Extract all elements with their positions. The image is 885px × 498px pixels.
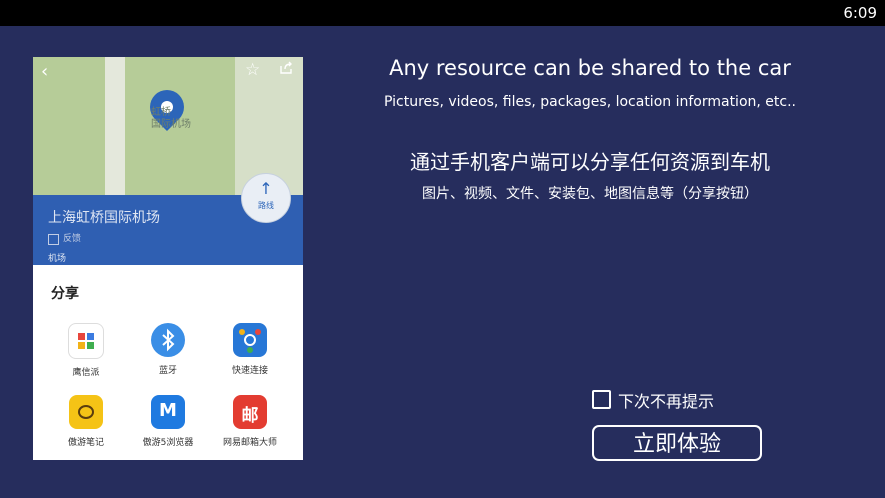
dont-show-again-checkbox[interactable] — [592, 390, 611, 409]
place-category: 机场 — [48, 254, 67, 264]
share-sheet: 分享 鹰信派 蓝牙 快速连接 傲游笔记 M 傲游5浏览器 邮 网易邮箱大师 — [33, 265, 303, 460]
place-name: 上海虹桥国际机场 — [48, 210, 160, 226]
share-sheet-title: 分享 — [51, 286, 79, 302]
try-now-button[interactable]: 立即体验 — [592, 425, 762, 461]
dont-show-again-label[interactable]: 下次不再提示 — [618, 388, 714, 412]
maxthon-browser-icon: M — [151, 395, 185, 429]
netease-mail-icon: 邮 — [233, 395, 267, 429]
map-place-label: 虹桥 国际机场 — [151, 107, 191, 130]
share-app-label: 快速连接 — [231, 366, 268, 376]
back-icon[interactable]: ‹ — [41, 61, 48, 82]
status-bar: 6:09 — [0, 0, 885, 26]
star-icon[interactable]: ☆ — [245, 60, 260, 80]
quick-connect-icon — [233, 323, 267, 357]
route-arrow-icon: ↑ — [259, 179, 273, 198]
edit-icon[interactable] — [48, 234, 59, 245]
chinese-title: 通过手机客户端可以分享任何资源到车机 — [410, 150, 770, 174]
share-app-label: 傲游5浏览器 — [142, 438, 194, 448]
phone-screenshot: ‹ ☆ 虹桥 国际机场 ↑ 路线 上海虹桥国际机场 反馈 机场 分享 鹰信派 蓝… — [33, 57, 303, 460]
share-icon[interactable] — [279, 61, 293, 75]
share-app-label: 网易邮箱大师 — [222, 438, 277, 448]
chinese-subtitle: 图片、视频、文件、安装包、地图信息等（分享按钮） — [422, 186, 758, 202]
route-button[interactable]: ↑ 路线 — [241, 173, 291, 223]
share-app-label: 鹰信派 — [72, 368, 100, 378]
share-app-yingxinpai[interactable]: 鹰信派 — [46, 323, 126, 378]
share-app-netease-mail[interactable]: 邮 网易邮箱大师 — [210, 395, 290, 448]
route-button-label: 路线 — [258, 201, 274, 210]
share-app-maxthon-notes[interactable]: 傲游笔记 — [46, 395, 126, 448]
share-app-quick-connect[interactable]: 快速连接 — [210, 323, 290, 376]
share-app-maxthon-browser[interactable]: M 傲游5浏览器 — [128, 395, 208, 448]
yingxinpai-icon — [68, 323, 104, 359]
map-road — [105, 57, 125, 195]
status-clock: 6:09 — [843, 4, 877, 22]
english-title: Any resource can be shared to the car — [389, 56, 791, 80]
english-subtitle: Pictures, videos, files, packages, locat… — [384, 94, 796, 110]
feedback-link[interactable]: 反馈 — [63, 231, 81, 244]
bluetooth-icon — [151, 323, 185, 357]
share-app-label: 傲游笔记 — [67, 438, 104, 448]
share-app-bluetooth[interactable]: 蓝牙 — [128, 323, 208, 376]
share-app-label: 蓝牙 — [158, 366, 177, 376]
maxthon-notes-icon — [69, 395, 103, 429]
